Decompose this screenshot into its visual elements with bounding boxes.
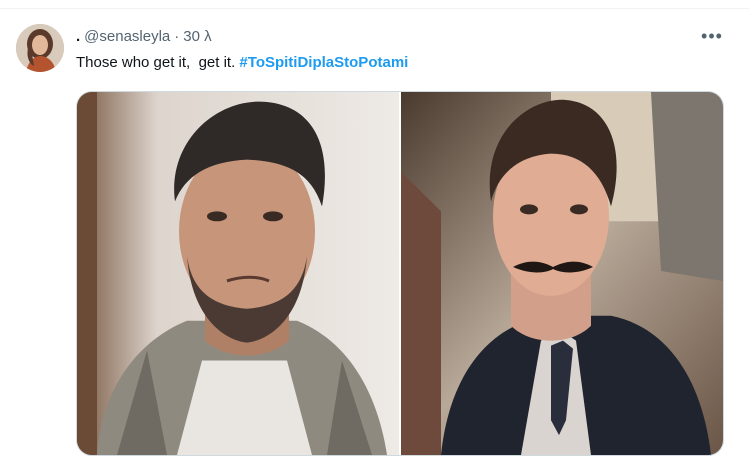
timestamp[interactable]: 30 λ <box>183 28 211 45</box>
user-handle[interactable]: @senasleyla <box>84 28 170 45</box>
tweet-text-body: Those who get it, get it. <box>76 54 240 71</box>
media-grid <box>76 91 724 456</box>
hashtag-link[interactable]: #ToSpitiDiplaStoPotami <box>239 54 408 71</box>
tweet-header: . @senasleyla · 30 λ <box>76 26 212 46</box>
photo-2-image <box>401 92 723 455</box>
header-separator: · <box>174 27 180 45</box>
more-horizontal-icon: ••• <box>701 25 723 46</box>
tweet-text: Those who get it, get it. #ToSpitiDiplaS… <box>76 53 408 73</box>
top-divider <box>0 8 749 9</box>
photo-1[interactable] <box>77 92 399 455</box>
more-options-button[interactable]: ••• <box>696 22 728 50</box>
photo-2[interactable] <box>401 92 723 455</box>
display-name[interactable]: . <box>76 28 80 45</box>
avatar[interactable] <box>16 24 64 72</box>
photo-1-image <box>77 92 399 455</box>
avatar-image <box>16 24 64 72</box>
